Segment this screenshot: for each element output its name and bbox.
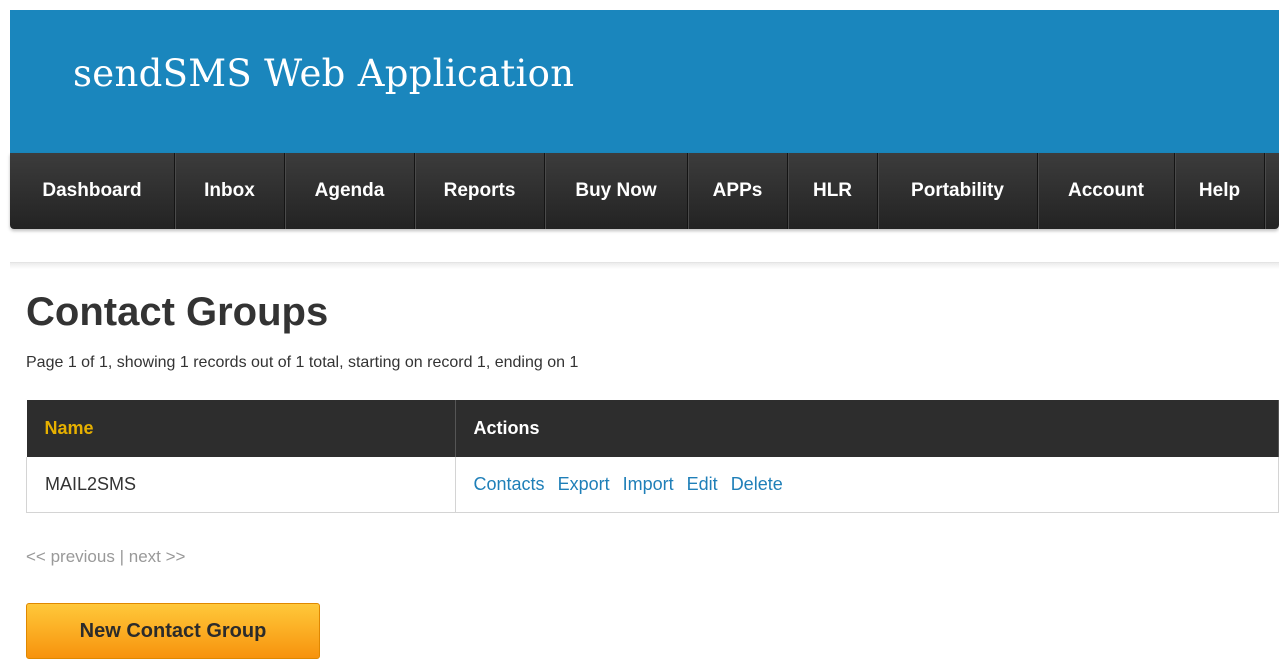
nav-item-account[interactable]: Account [1038,153,1175,229]
delete-link[interactable]: Delete [731,474,783,494]
content-panel-edge [10,262,1279,269]
nav-item-agenda[interactable]: Agenda [285,153,415,229]
previous-link[interactable]: << previous [26,547,115,566]
page-title: Contact Groups [26,290,329,334]
table-header-row: Name Actions [26,400,1279,457]
import-link[interactable]: Import [623,474,674,494]
group-name-cell: MAIL2SMS [26,457,456,513]
column-header-actions: Actions [455,400,1279,457]
edit-link[interactable]: Edit [687,474,718,494]
export-link[interactable]: Export [558,474,610,494]
nav-item-portability[interactable]: Portability [878,153,1038,229]
nav-item-hlr[interactable]: HLR [788,153,878,229]
column-header-name[interactable]: Name [26,400,456,457]
nav-item-inbox[interactable]: Inbox [175,153,285,229]
nav-item-buy-now[interactable]: Buy Now [545,153,688,229]
nav-item-apps[interactable]: APPs [688,153,788,229]
nav-item-dashboard[interactable]: Dashboard [10,153,175,229]
table-row: MAIL2SMS Contacts Export Import Edit Del… [26,457,1279,513]
nav-item-help[interactable]: Help [1175,153,1265,229]
pager-separator: | [119,547,124,566]
next-link[interactable]: next >> [129,547,186,566]
contacts-link[interactable]: Contacts [474,474,545,494]
nav-item-reports[interactable]: Reports [415,153,545,229]
pagination: << previous | next >> [26,547,185,567]
main-nav: Dashboard Inbox Agenda Reports Buy Now A… [10,153,1279,229]
new-contact-group-button[interactable]: New Contact Group [26,603,320,659]
app-header: sendSMS Web Application [10,10,1279,153]
contact-groups-table: Name Actions MAIL2SMS Contacts Export Im… [26,400,1279,513]
app-title: sendSMS Web Application [73,52,575,95]
paging-summary: Page 1 of 1, showing 1 records out of 1 … [26,354,579,371]
actions-cell: Contacts Export Import Edit Delete [454,457,1279,513]
